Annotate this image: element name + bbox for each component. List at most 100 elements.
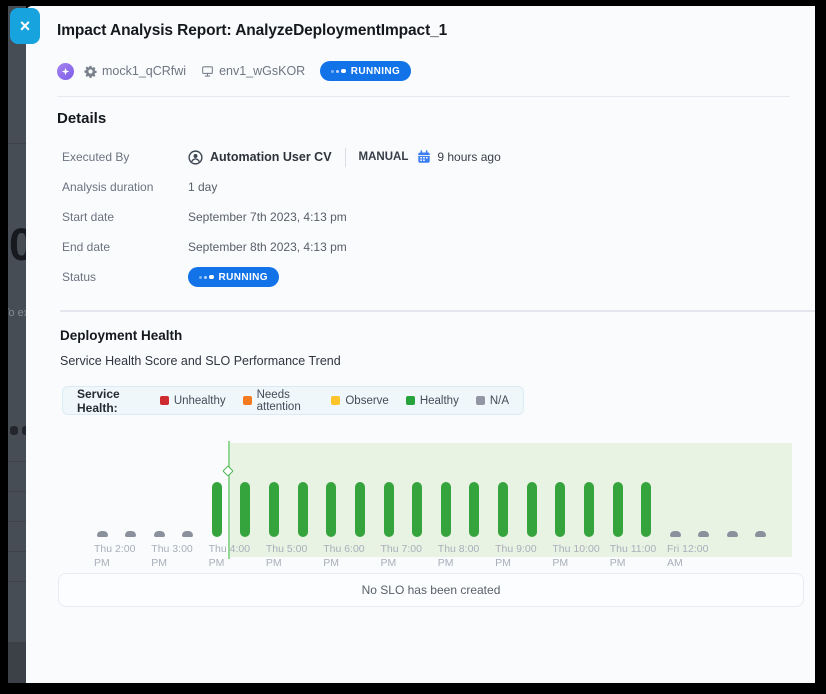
deployment-health-subtitle: Service Health Score and SLO Performance… (60, 354, 341, 368)
slo-empty-state: No SLO has been created (58, 573, 804, 607)
health-bar-healthy (298, 482, 308, 537)
legend-swatch (160, 396, 169, 405)
executed-by-row: Executed By Automation User CV MANUAL (62, 142, 762, 172)
legend-swatch (331, 396, 340, 405)
executed-by-label: Executed By (62, 150, 188, 164)
background-metric: 0 (9, 219, 26, 271)
report-meta-row: mock1_qCRfwi env1_wGsKOR RUNNING (57, 60, 411, 82)
report-title: Impact Analysis Report: AnalyzeDeploymen… (57, 22, 447, 40)
legend-item-needs-attention[interactable]: Needs attention (243, 389, 315, 413)
analysis-duration-value: 1 day (188, 180, 217, 194)
automation-name: mock1_qCRfwi (102, 64, 186, 78)
user-avatar-icon (188, 150, 203, 165)
status-label: Status (62, 270, 188, 284)
impact-analysis-report-drawer: Impact Analysis Report: AnalyzeDeploymen… (26, 6, 815, 683)
health-bar-healthy (355, 482, 365, 537)
health-marker-na (125, 531, 136, 537)
background-row-line (8, 581, 26, 582)
end-date-value: September 8th 2023, 4:13 pm (188, 240, 347, 254)
background-footer (8, 642, 26, 683)
environment-meta: env1_wGsKOR (201, 64, 305, 78)
legend-swatch (243, 396, 252, 405)
health-bar-healthy (326, 482, 336, 537)
legend-title: Service Health: (77, 387, 143, 415)
analysis-duration-row: Analysis duration 1 day (62, 172, 762, 202)
details-table: Executed By Automation User CV MANUAL (62, 142, 762, 292)
health-bar-healthy (269, 482, 279, 537)
status-row: Status RUNNING (62, 262, 762, 292)
legend-swatch (476, 396, 485, 405)
trigger-type: MANUAL (359, 151, 409, 163)
health-bar-healthy (240, 482, 250, 537)
legend-label: Healthy (420, 395, 459, 407)
x-axis-tick-label: Thu 10:00PM (552, 543, 616, 570)
executed-by-value: Automation User CV MANUAL 9 hours ago (188, 148, 501, 167)
background-text: To exp (8, 307, 26, 319)
deployment-marker-line (228, 441, 230, 559)
health-bar-healthy (555, 482, 565, 537)
x-axis-tick-label: Thu 2:00PM (94, 543, 158, 570)
service-health-legend: Service Health: Unhealthy Needs attention… (62, 386, 524, 415)
health-marker-na (698, 531, 709, 537)
health-bar-healthy (584, 482, 594, 537)
background-row-line (8, 461, 26, 462)
legend-item-unhealthy[interactable]: Unhealthy (160, 395, 226, 407)
calendar-icon (417, 150, 431, 164)
deployment-health-heading: Deployment Health (60, 328, 182, 343)
legend-label: Observe (345, 395, 388, 407)
executed-by-user: Automation User CV (210, 150, 332, 164)
vertical-separator (345, 148, 346, 167)
environment-name: env1_wGsKOR (219, 64, 305, 78)
analysis-duration-label: Analysis duration (62, 180, 188, 194)
health-bar-healthy (527, 482, 537, 537)
gear-icon (84, 65, 97, 78)
x-axis-tick-label: Fri 12:00AM (667, 543, 731, 570)
x-axis-tick-label: Thu 11:00PM (610, 543, 674, 570)
analysis-window-shade (229, 443, 792, 557)
background-row-line (8, 491, 26, 492)
screen: 0 To exp × Impact Analysis Report: Analy… (0, 0, 826, 694)
background-page-strip: 0 To exp (8, 6, 26, 683)
running-animation-icon (199, 275, 214, 280)
health-bar-healthy (641, 482, 651, 537)
close-button[interactable]: × (10, 8, 40, 44)
x-axis-tick-label: Thu 9:00PM (495, 543, 559, 570)
end-date-label: End date (62, 240, 188, 254)
sparkle-icon (60, 66, 71, 77)
background-shape (10, 426, 18, 435)
background-row-line (8, 521, 26, 522)
environment-icon (201, 65, 214, 78)
status-badge-running: RUNNING (320, 61, 411, 81)
start-date-label: Start date (62, 210, 188, 224)
background-divider (8, 143, 26, 144)
service-health-chart[interactable]: Thu 2:00PMThu 3:00PMThu 4:00PMThu 5:00PM… (62, 425, 810, 575)
health-bar-healthy (412, 482, 422, 537)
health-marker-na (97, 531, 108, 537)
legend-label: N/A (490, 395, 509, 407)
legend-item-healthy[interactable]: Healthy (406, 395, 459, 407)
status-value: RUNNING (188, 267, 279, 287)
x-axis-tick-label: Thu 5:00PM (266, 543, 330, 570)
header-divider (57, 96, 790, 97)
x-axis-tick-label: Thu 4:00PM (209, 543, 273, 570)
automation-meta: mock1_qCRfwi (84, 64, 186, 78)
health-bar-healthy (498, 482, 508, 537)
health-marker-na (755, 531, 766, 537)
health-bar-healthy (613, 482, 623, 537)
legend-label: Unhealthy (174, 395, 226, 407)
x-axis-tick-label: Thu 6:00PM (323, 543, 387, 570)
status-badge-label: RUNNING (219, 272, 268, 283)
executed-time-ago: 9 hours ago (437, 150, 500, 164)
background-row-line (8, 551, 26, 552)
legend-item-observe[interactable]: Observe (331, 395, 388, 407)
x-axis-tick-label: Thu 7:00PM (381, 543, 445, 570)
start-date-value: September 7th 2023, 4:13 pm (188, 210, 347, 224)
legend-label: Needs attention (257, 389, 315, 413)
health-marker-na (182, 531, 193, 537)
health-bar-healthy (469, 482, 479, 537)
impact-analysis-app-icon (57, 63, 74, 80)
legend-item-n-a[interactable]: N/A (476, 395, 509, 407)
close-icon: × (20, 16, 31, 36)
start-date-row: Start date September 7th 2023, 4:13 pm (62, 202, 762, 232)
status-badge-running: RUNNING (188, 267, 279, 287)
